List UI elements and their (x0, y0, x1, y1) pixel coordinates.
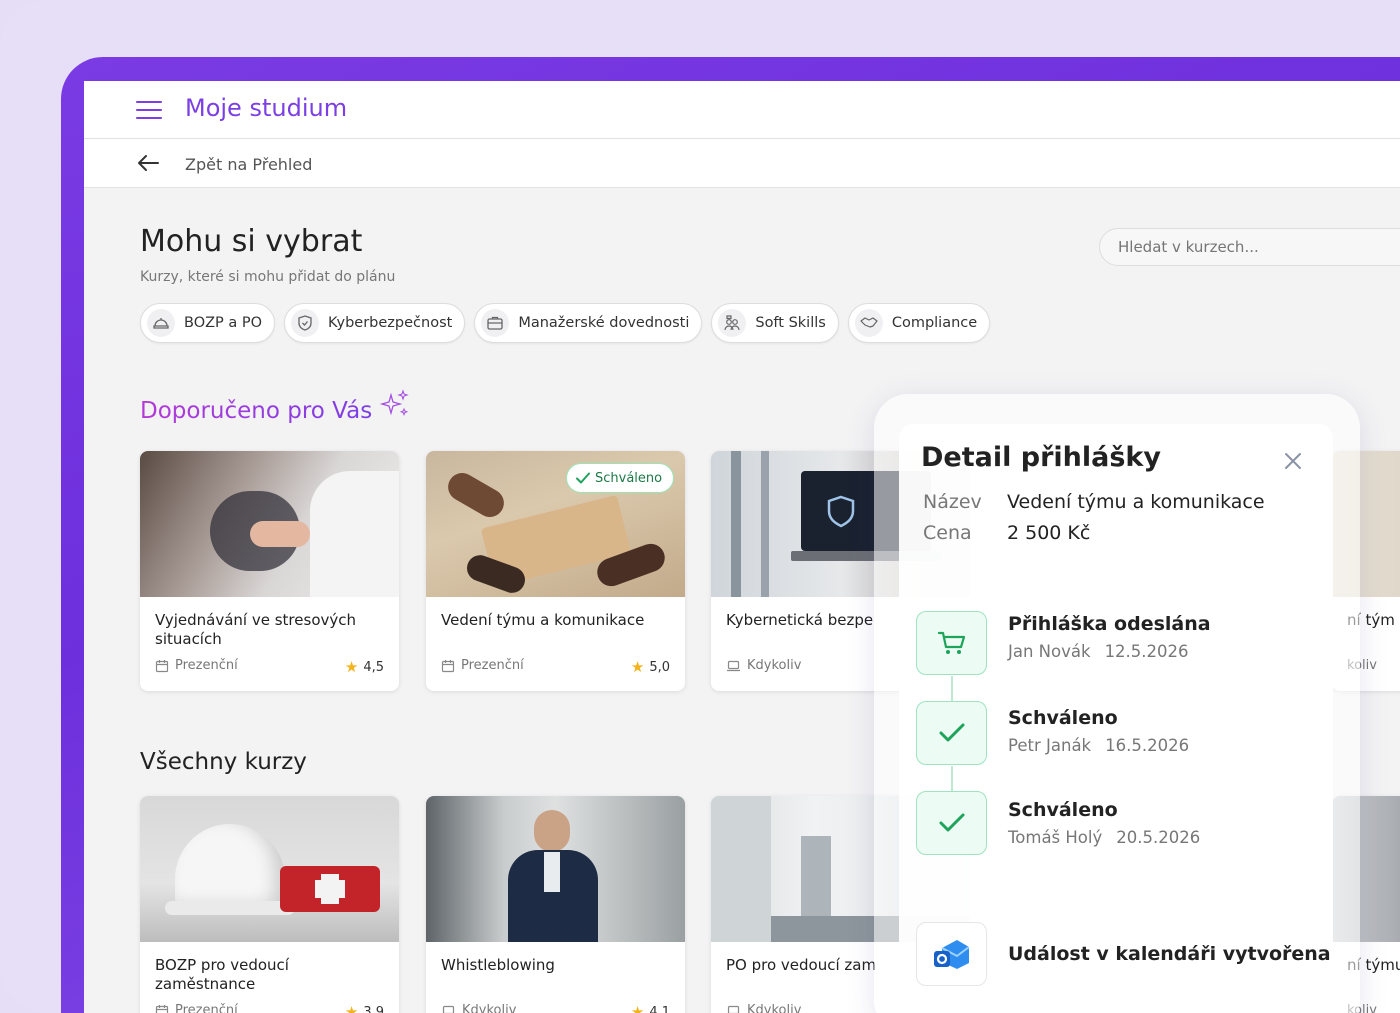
application-detail-panel: Detail přihlášky Název Vedení týmu a kom… (899, 424, 1333, 1013)
page-title: Mohu si vybrat (140, 224, 363, 259)
course-card[interactable]: Whistleblowing Kdykoliv ★ 4,1 (426, 796, 685, 1013)
star-icon: ★ (630, 1003, 645, 1013)
step-title: Přihláška odeslána (1008, 613, 1211, 635)
back-link[interactable]: Zpět na Přehled (185, 155, 312, 174)
step-meta: Tomáš Holý 20.5.2026 (1008, 828, 1201, 847)
course-card[interactable]: Schváleno Vedení týmu a komunikace Preze… (426, 451, 685, 691)
people-chat-icon (718, 309, 747, 337)
star-icon: ★ (344, 658, 359, 676)
shield-icon (291, 309, 320, 337)
search-input[interactable] (1099, 228, 1400, 266)
price-label: Cena (923, 522, 972, 544)
calendar-icon (155, 1004, 169, 1013)
course-title: Vyjednávání ve stresových situacích (155, 611, 356, 648)
arrow-left-icon[interactable] (136, 153, 160, 173)
approved-badge: Schváleno (566, 463, 675, 493)
recommended-title: Doporučeno pro Vás (140, 398, 373, 424)
timeline-connector (951, 676, 953, 702)
chip-softskills[interactable]: Soft Skills (711, 303, 839, 343)
course-title: BOZP pro vedoucí zaměstnance (155, 956, 289, 993)
chip-cyber[interactable]: Kyberbezpečnost (284, 303, 466, 343)
course-card[interactable]: BOZP pro vedoucí zaměstnance Prezenční ★… (140, 796, 399, 1013)
outlook-icon (933, 940, 970, 969)
step-title: Schváleno (1008, 707, 1118, 729)
step-meta: Petr Janák 16.5.2026 (1008, 736, 1190, 755)
handshake-icon (854, 309, 883, 337)
app-title: Moje studium (185, 94, 348, 122)
top-bar: Moje studium (84, 81, 1400, 139)
price-value: 2 500 Kč (1007, 522, 1091, 544)
calendar-app-box (916, 922, 987, 986)
helmet-icon (147, 309, 175, 337)
menu-icon[interactable] (136, 101, 162, 119)
check-icon (576, 472, 590, 484)
page-subtitle: Kurzy, které si mohu přidat do plánu (140, 269, 396, 285)
course-mode: Kdykoliv (726, 1003, 801, 1013)
course-mode: Kdykoliv (726, 658, 801, 673)
step-title: Schváleno (1008, 799, 1118, 821)
chip-label: Compliance (891, 315, 978, 331)
star-icon: ★ (344, 1003, 359, 1013)
course-card[interactable]: Vyjednávání ve stresových situacích Prez… (140, 451, 399, 691)
chip-label: Soft Skills (755, 315, 826, 331)
sparkle-icon (379, 389, 409, 416)
course-image-helmet (140, 796, 399, 942)
chip-bozp[interactable]: BOZP a PO (140, 303, 276, 343)
laptop-icon (727, 660, 740, 671)
category-chips: BOZP a PO Kyberbezpečnost Manažerské dov… (140, 303, 991, 343)
check-icon (939, 723, 964, 742)
name-label: Název (923, 491, 982, 513)
course-rating: ★ 3,9 (345, 1003, 384, 1013)
calendar-icon (155, 659, 169, 672)
chip-compliance[interactable]: Compliance (847, 303, 991, 343)
course-mode: Kdykoliv (441, 1003, 516, 1013)
close-icon[interactable] (1282, 450, 1304, 472)
course-title: Whistleblowing (441, 956, 555, 974)
course-rating: ★ 4,5 (344, 658, 384, 676)
back-bar: Zpět na Přehled (84, 139, 1400, 188)
course-image-handshake (140, 451, 399, 597)
step-icon-box (916, 611, 987, 675)
star-icon: ★ (630, 658, 645, 676)
all-courses-title: Všechny kurzy (140, 749, 307, 775)
laptop-icon (442, 1005, 455, 1013)
check-icon (939, 813, 964, 832)
chip-label: Manažerské dovednosti (518, 315, 690, 331)
calendar-event-text: Událost v kalendáři vytvořena (1008, 943, 1331, 965)
step-icon-box (916, 791, 987, 855)
course-title: Vedení týmu a komunikace (441, 611, 645, 629)
step-meta: Jan Novák 12.5.2026 (1008, 642, 1189, 661)
laptop-icon (727, 1005, 740, 1013)
chip-label: Kyberbezpečnost (328, 315, 453, 331)
step-icon-box (916, 701, 987, 765)
calendar-icon (441, 659, 455, 672)
course-mode: Prezenční (155, 1003, 238, 1013)
course-image-whistle (426, 796, 685, 942)
detail-title: Detail přihlášky (921, 442, 1161, 473)
cart-icon (937, 631, 965, 654)
course-rating: ★ 5,0 (630, 658, 670, 676)
timeline-connector (951, 766, 953, 792)
briefcase-icon (481, 309, 510, 337)
course-mode: Prezenční (441, 658, 524, 673)
course-rating: ★ 4,1 (631, 1003, 670, 1013)
name-value: Vedení týmu a komunikace (1007, 491, 1265, 513)
chip-label: BOZP a PO (184, 315, 263, 331)
chip-management[interactable]: Manažerské dovednosti (474, 303, 703, 343)
course-mode: Prezenční (155, 658, 238, 673)
